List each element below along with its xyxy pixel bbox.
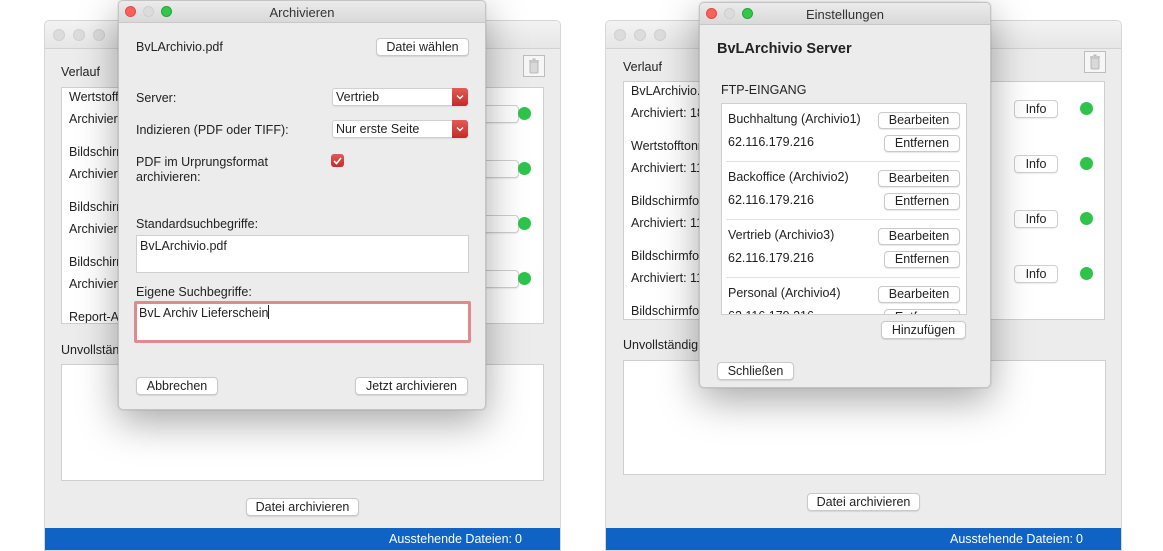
text-caret [268,305,270,319]
incomplete-label: Unvollständig [623,338,699,352]
archive-dialog: Archivieren BvLArchivio.pdf Datei wählen… [118,0,486,410]
history-item-date: Archiviert: 18. [631,106,708,120]
info-button[interactable]: Info [1014,155,1058,173]
server-heading: BvLArchivio Server [717,41,852,57]
index-select[interactable]: Nur erste Seite [332,120,468,138]
trash-icon [1090,54,1100,70]
custom-terms-value: BvL Archiv Lieferschein [139,306,269,320]
server-name: Buchhaltung (Archivio1) [728,112,861,126]
close-window-button[interactable] [614,29,626,41]
ftp-section-label: FTP-EINGANG [721,83,807,97]
status-ok-icon [1080,267,1093,280]
pending-files-count: 0 [1076,532,1083,546]
chevron-down-icon [452,120,468,138]
settings-dialog: Einstellungen BvLArchivio Server FTP-EIN… [699,2,991,388]
custom-terms-field[interactable]: BvL Archiv Lieferschein [134,301,471,343]
remove-server-button[interactable]: Entfernen [884,193,960,210]
chevron-down-icon [452,88,468,106]
dialog-title: Archivieren [269,5,335,20]
history-item-date: Archiviert: [69,277,125,291]
remove-server-button[interactable]: Entfernen [884,251,960,268]
trash-icon [529,58,539,74]
original-format-checkbox[interactable] [331,154,344,167]
cancel-button[interactable]: Abbrechen [136,377,218,395]
archive-now-button[interactable]: Jetzt archivieren [355,377,468,395]
status-ok-icon [518,162,531,175]
clear-history-button[interactable] [1084,51,1106,73]
dialog-title: Einstellungen [805,7,885,22]
original-format-label: PDF im Urprungsformat [136,155,268,169]
edit-server-button[interactable]: Bearbeiten [878,170,960,187]
index-select-value: Nur erste Seite [336,122,420,136]
history-label: Verlauf [623,60,662,74]
default-terms-value: BvLArchivio.pdf [140,239,227,253]
status-ok-icon [1080,212,1093,225]
pending-files-label: Ausstehende Dateien: [388,532,512,546]
server-list-item: Personal (Archivio4) 62.116.179.216 Bear… [722,278,966,314]
history-item-date: Archiviert: [69,112,125,126]
info-button[interactable]: Info [1014,100,1058,118]
info-button[interactable]: Info [1014,265,1058,283]
info-button[interactable]: Info [1014,210,1058,228]
edit-server-button[interactable]: Bearbeiten [878,286,960,303]
server-label: Server: [136,91,177,105]
server-select-value: Vertrieb [336,90,380,104]
remove-server-button[interactable]: Entfernen [884,309,960,314]
edit-server-button[interactable]: Bearbeiten [878,112,960,129]
checkmark-icon [333,156,342,165]
incomplete-label: Unvollständ [61,343,127,357]
status-ok-icon [1080,102,1093,115]
server-ip: 62.116.179.216 [728,193,814,207]
zoom-window-button[interactable] [654,29,666,41]
history-item-name[interactable]: Wertstofft [69,90,122,104]
history-item-name[interactable]: Bildschirmfoto [631,249,710,263]
history-item-name[interactable]: BvLArchivio.p [631,84,707,98]
server-name: Backoffice (Archivio2) [728,170,849,184]
status-ok-icon [518,217,531,230]
clear-history-button[interactable] [523,55,545,77]
add-server-button[interactable]: Hinzufügen [881,321,966,339]
choose-file-button[interactable]: Datei wählen [376,38,469,56]
zoom-window-button[interactable] [93,29,105,41]
server-name: Vertrieb (Archivio3) [728,228,835,242]
pending-files-label: Ausstehende Dateien: [949,532,1073,546]
server-ip: 62.116.179.216 [728,135,814,149]
edit-server-button[interactable]: Bearbeiten [878,228,960,245]
server-list[interactable]: Buchhaltung (Archivio1) 62.116.179.216 B… [721,103,967,315]
history-item-name[interactable]: Wertstofftonn [631,139,705,153]
archive-file-button[interactable]: Datei archivieren [246,498,359,516]
close-button[interactable]: Schließen [717,362,794,380]
archive-file-button[interactable]: Datei archivieren [807,493,920,511]
dialog-titlebar: Archivieren [119,1,485,23]
original-format-label-2: archivieren: [136,170,201,184]
default-terms-field[interactable]: BvLArchivio.pdf [136,235,469,273]
close-window-button[interactable] [53,29,65,41]
server-name: Personal (Archivio4) [728,286,841,300]
history-item-name[interactable]: Bildschirmfoto [631,304,710,318]
selected-file-name: BvLArchivio.pdf [136,40,223,54]
server-list-item: Vertrieb (Archivio3) 62.116.179.216 Bear… [722,220,966,278]
dialog-titlebar: Einstellungen [700,3,990,25]
status-ok-icon [518,272,531,285]
server-list-item: Buchhaltung (Archivio1) 62.116.179.216 B… [722,104,966,162]
server-ip: 62.116.179.216 [728,309,814,314]
minimize-window-button[interactable] [73,29,85,41]
default-terms-label: Standardsuchbegriffe: [136,217,259,231]
remove-server-button[interactable]: Entfernen [884,135,960,152]
history-item-date: Archiviert: [69,167,125,181]
server-list-item: Backoffice (Archivio2) 62.116.179.216 Be… [722,162,966,220]
pending-files-count: 0 [515,532,522,546]
server-ip: 62.116.179.216 [728,251,814,265]
history-item-date: Archiviert: [69,222,125,236]
status-bar: Ausstehende Dateien: 0 [45,528,560,550]
minimize-window-button[interactable] [634,29,646,41]
history-label: Verlauf [61,65,100,79]
custom-terms-label: Eigene Suchbegriffe: [136,285,252,299]
index-label: Indizieren (PDF oder TIFF): [136,123,289,137]
status-ok-icon [518,107,531,120]
status-bar: Ausstehende Dateien: 0 [606,528,1121,550]
server-select[interactable]: Vertrieb [332,88,468,106]
history-item-name[interactable]: Bildschirmfoto [631,194,710,208]
status-ok-icon [1080,157,1093,170]
